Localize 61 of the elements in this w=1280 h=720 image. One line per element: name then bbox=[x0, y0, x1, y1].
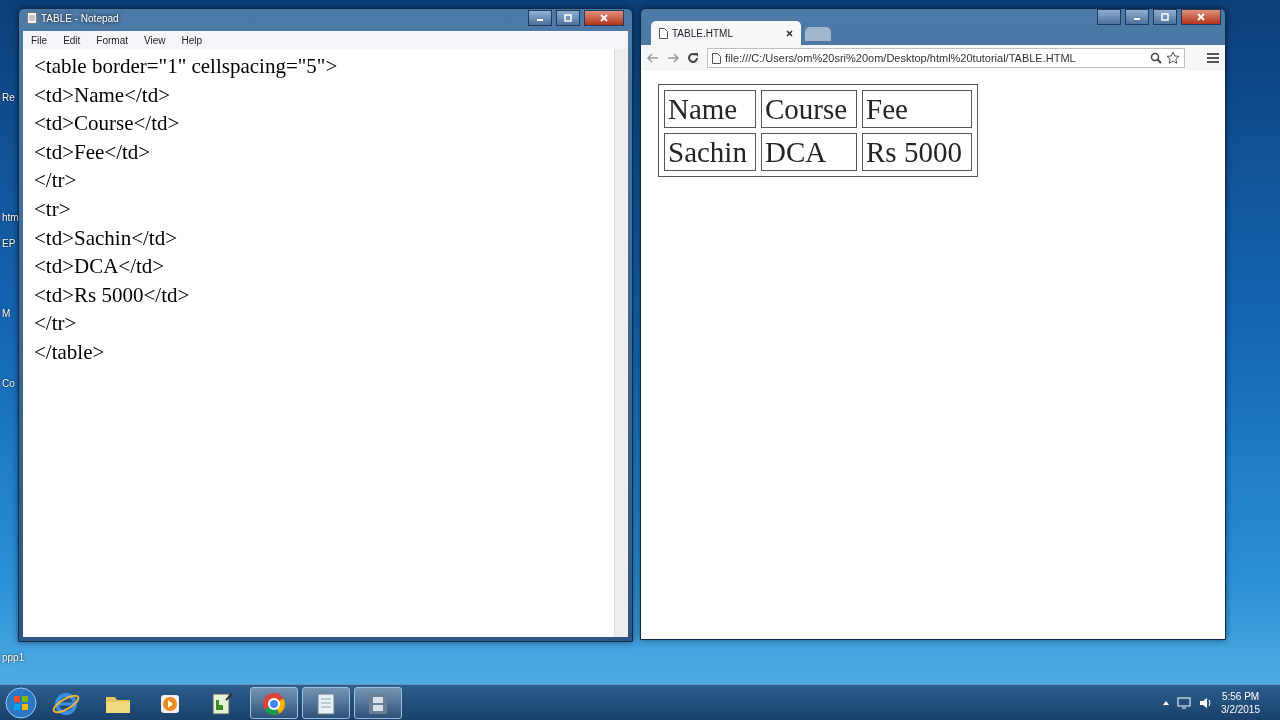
close-icon bbox=[1197, 13, 1205, 22]
network-icon[interactable] bbox=[1177, 696, 1192, 709]
table-cell: Name bbox=[664, 90, 756, 128]
maximize-button[interactable] bbox=[556, 10, 580, 26]
taskbar-button[interactable] bbox=[250, 686, 298, 719]
desktop-icon-label[interactable]: Re bbox=[2, 90, 15, 105]
window-title: TABLE - Notepad bbox=[41, 11, 119, 26]
code-line: </table> bbox=[34, 338, 106, 366]
forward-icon[interactable] bbox=[667, 53, 679, 63]
maximize-icon bbox=[564, 14, 572, 23]
code-line: <td>Course</td> bbox=[34, 110, 181, 138]
user-button[interactable] bbox=[1097, 9, 1121, 25]
start-button[interactable] bbox=[4, 685, 38, 720]
code-line: </tr> bbox=[34, 310, 78, 338]
table-cell: DCA bbox=[761, 133, 857, 171]
minimize-button[interactable] bbox=[1125, 9, 1149, 25]
code-line: <tr> bbox=[34, 195, 72, 223]
menu-item[interactable]: View bbox=[144, 32, 166, 48]
speaker-icon[interactable] bbox=[1199, 696, 1214, 709]
clock[interactable]: 5:56 PM 3/2/2015 bbox=[1221, 689, 1260, 716]
page-icon bbox=[712, 52, 721, 64]
desktop-icon-label[interactable]: Co bbox=[2, 376, 15, 391]
menu-item[interactable]: File bbox=[31, 32, 48, 48]
table-cell: Fee bbox=[862, 90, 972, 128]
code-line: <td>Name</td> bbox=[34, 81, 172, 109]
reload-icon[interactable] bbox=[687, 52, 699, 64]
menu-icon[interactable] bbox=[1207, 53, 1219, 63]
back-icon[interactable] bbox=[647, 53, 659, 63]
table-cell: Rs 5000 bbox=[862, 133, 972, 171]
taskbar-button[interactable] bbox=[302, 686, 350, 719]
minimize-button[interactable] bbox=[528, 10, 552, 26]
table-cell: Course bbox=[761, 90, 857, 128]
code-line: </tr> bbox=[34, 167, 78, 195]
notepad-icon bbox=[27, 12, 37, 24]
page-icon bbox=[659, 27, 668, 39]
code-line: <td>Sachin</td> bbox=[34, 224, 179, 252]
code-line: <td>Rs 5000</td> bbox=[34, 281, 191, 309]
table-cell: Sachin bbox=[664, 133, 756, 171]
menu-item[interactable]: Help bbox=[181, 32, 203, 48]
code-line: <td>Fee</td> bbox=[34, 138, 152, 166]
browser-tab[interactable]: TABLE.HTML bbox=[651, 21, 801, 45]
desktop-icon-label[interactable]: htm bbox=[2, 210, 19, 225]
maximize-icon bbox=[1161, 13, 1169, 22]
address-bar[interactable]: file:///C:/Users/om%20sri%20om/Desktop/html%20tutorial/TABLE.HTML bbox=[707, 48, 1185, 68]
close-tab-icon[interactable] bbox=[786, 29, 793, 37]
close-button[interactable] bbox=[1181, 9, 1221, 25]
maximize-button[interactable] bbox=[1153, 9, 1177, 25]
close-icon bbox=[600, 14, 608, 23]
code-line: <table border="1" cellspacing="5"> bbox=[34, 53, 339, 80]
taskbar-button[interactable] bbox=[354, 686, 402, 719]
show-hidden-icon[interactable] bbox=[1163, 700, 1170, 705]
desktop-icon-label[interactable]: EP bbox=[2, 236, 16, 251]
menu-item[interactable]: Format bbox=[96, 32, 129, 48]
code-line: <td>DCA</td> bbox=[34, 253, 166, 281]
desktop-icon-label[interactable]: M bbox=[2, 306, 11, 321]
close-button[interactable] bbox=[584, 10, 624, 26]
star-icon[interactable] bbox=[1166, 51, 1180, 65]
zoom-icon[interactable] bbox=[1150, 52, 1162, 64]
menu-item[interactable]: Edit bbox=[63, 32, 81, 48]
text-editor[interactable]: <table border="1" cellspacing="5"> <td>Name</td> <td>Course</td> <td>Fee</td> </tr> <tr> <td>Sachin</td> <td>DCA</td> <td>Rs 5000</td> </tr> </table> bbox=[23, 49, 628, 637]
scrollbar[interactable] bbox=[614, 49, 628, 637]
